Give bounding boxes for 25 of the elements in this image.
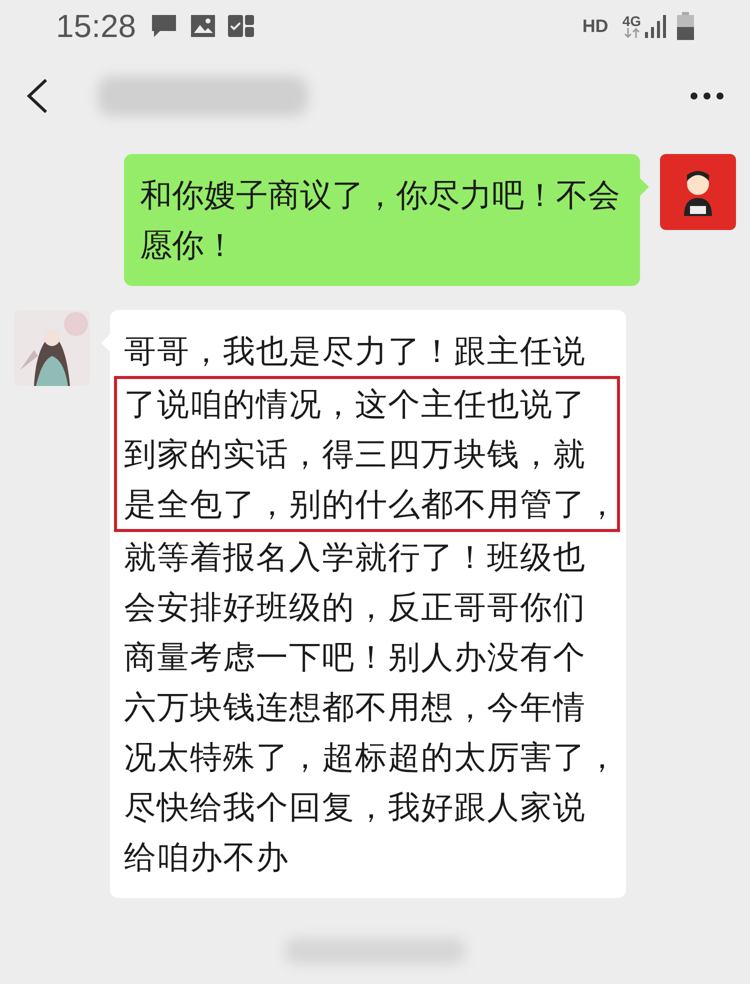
message-text-line: 六万块钱连想都不用想，今年情 <box>124 688 587 727</box>
message-text-line: 尽快给我个回复，我好跟人家说 <box>124 788 587 827</box>
message-text-line: 是全包了，别的什么都不用管了， <box>124 485 616 524</box>
battery-icon <box>677 12 694 40</box>
message-text-line: 愿你！ <box>140 226 237 265</box>
chat-notification-icon <box>150 13 178 39</box>
message-text-line: 商量考虑一下吧！别人办没有个 <box>124 638 587 677</box>
message-text-line: 和你嫂子商议了，你尽力吧！不会 <box>140 176 621 215</box>
checklist-icon <box>228 13 254 39</box>
more-icon[interactable] <box>690 92 724 100</box>
hd-indicator: HD <box>582 14 608 38</box>
network-type: 4G <box>622 14 641 28</box>
image-icon <box>190 14 216 38</box>
back-icon[interactable] <box>26 79 48 113</box>
message-text-line: 就等着报名入学就行了！班级也 <box>124 538 587 577</box>
cartoon-avatar[interactable] <box>660 154 736 230</box>
message-text-line: 给咱办不办 <box>124 838 290 877</box>
message-text-line: 况太特殊了，超标超的太厉害了， <box>124 738 616 777</box>
message-text-line: 会安排好班级的，反正哥哥你们 <box>124 588 587 627</box>
message-text-line: 了说咱的情况，这个主任也说了 <box>124 385 587 424</box>
signal-icon <box>645 14 667 38</box>
status-time: 15:28 <box>56 7 136 46</box>
data-arrows-icon <box>622 28 641 38</box>
message-text-line: 到家的实话，得三四万块钱，就 <box>124 435 587 474</box>
message-text-line: 哥哥，我也是尽力了！跟主任说 <box>124 332 587 371</box>
